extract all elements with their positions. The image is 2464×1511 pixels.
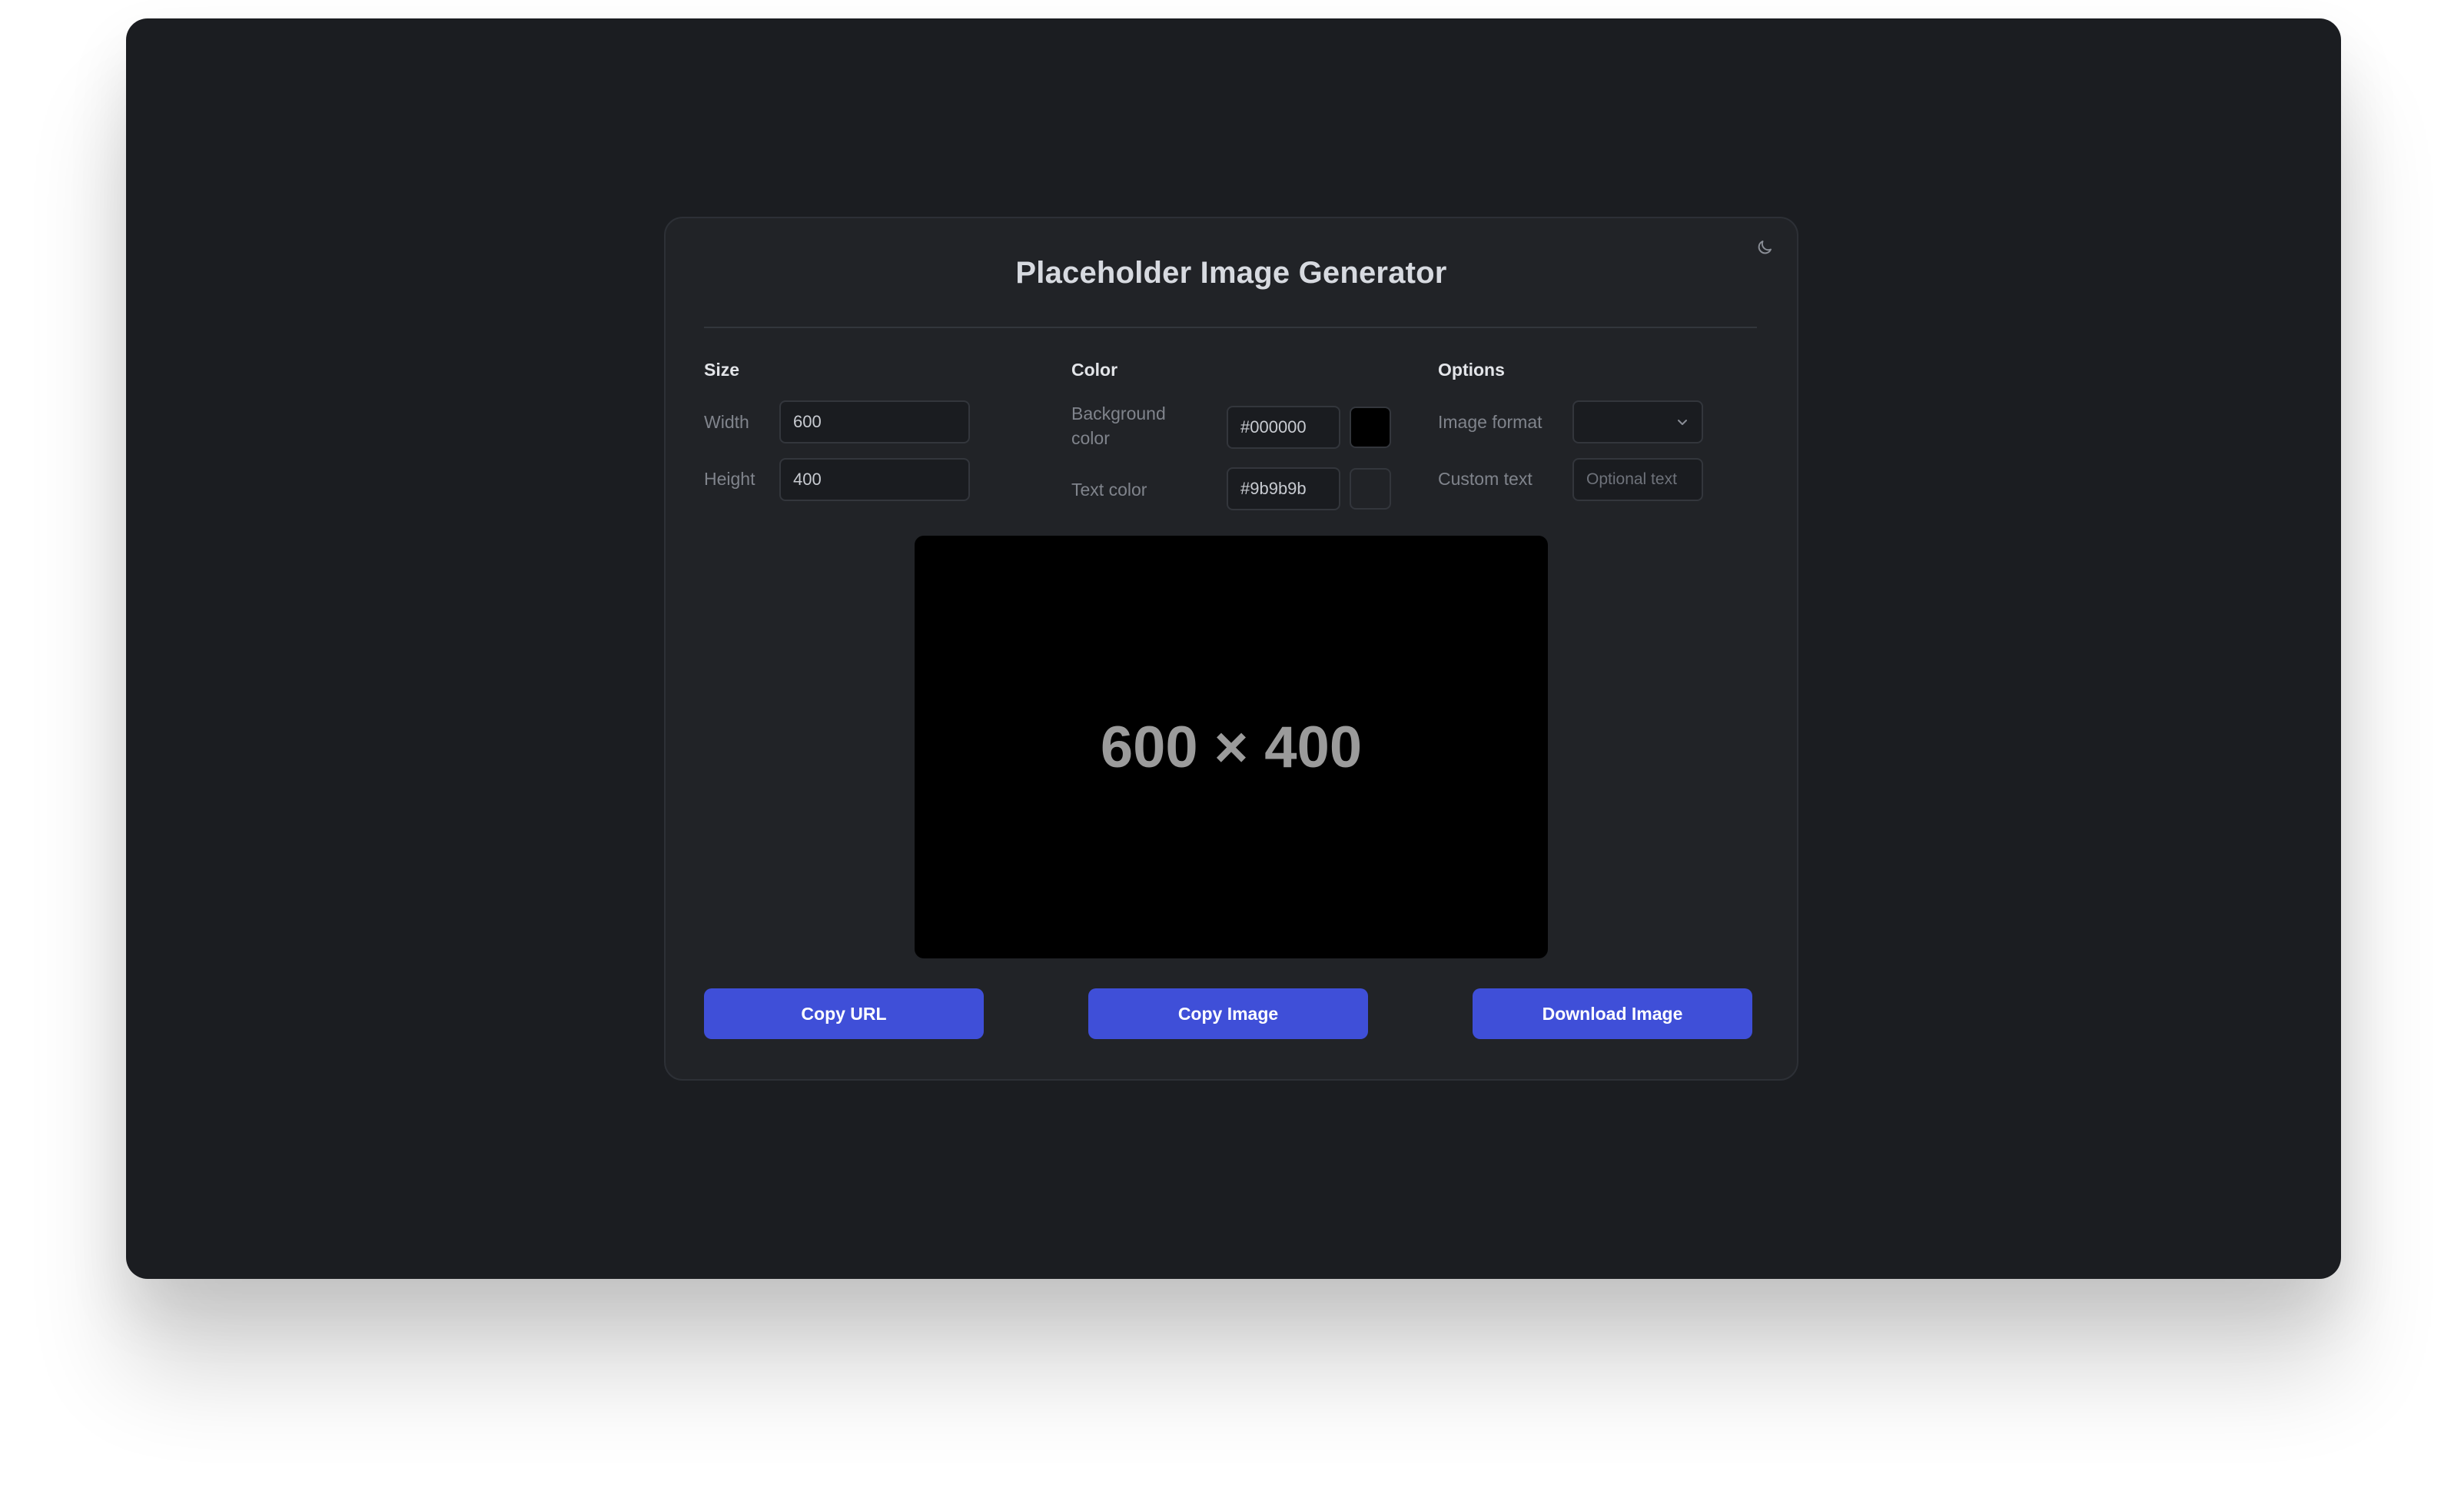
page-title: Placeholder Image Generator bbox=[1015, 256, 1447, 290]
options-heading: Options bbox=[1438, 360, 1505, 380]
download-image-button[interactable]: Download Image bbox=[1473, 988, 1752, 1039]
size-heading: Size bbox=[704, 360, 740, 380]
custom-text-label: Custom text bbox=[1438, 469, 1533, 489]
copy-image-button[interactable]: Copy Image bbox=[1088, 988, 1368, 1039]
color-heading: Color bbox=[1071, 360, 1118, 380]
width-input[interactable]: 600 bbox=[779, 400, 970, 443]
background-color-swatch[interactable] bbox=[1350, 407, 1391, 448]
preview-dimensions-text: 600 × 400 bbox=[1100, 714, 1363, 780]
height-input[interactable]: 400 bbox=[779, 458, 970, 501]
text-color-swatch[interactable] bbox=[1350, 468, 1391, 510]
text-color-label: Text color bbox=[1071, 480, 1147, 500]
moon-icon bbox=[1758, 241, 1772, 254]
background-color-label-line1: Background bbox=[1071, 403, 1166, 423]
custom-text-input[interactable]: Optional text bbox=[1572, 458, 1703, 501]
width-label: Width bbox=[704, 412, 749, 432]
image-preview: 600 × 400 bbox=[915, 536, 1548, 958]
background-color-label: Background color bbox=[1071, 401, 1166, 450]
height-label: Height bbox=[704, 469, 755, 489]
header-divider bbox=[704, 327, 1757, 328]
background-color-input[interactable]: #000000 bbox=[1227, 406, 1340, 449]
text-color-input[interactable]: #9b9b9b bbox=[1227, 467, 1340, 510]
chevron-down-icon bbox=[1678, 420, 1687, 425]
copy-url-button[interactable]: Copy URL bbox=[704, 988, 984, 1039]
background-color-label-line2: color bbox=[1071, 428, 1110, 448]
image-format-label: Image format bbox=[1438, 412, 1542, 432]
image-format-select[interactable] bbox=[1572, 400, 1703, 443]
